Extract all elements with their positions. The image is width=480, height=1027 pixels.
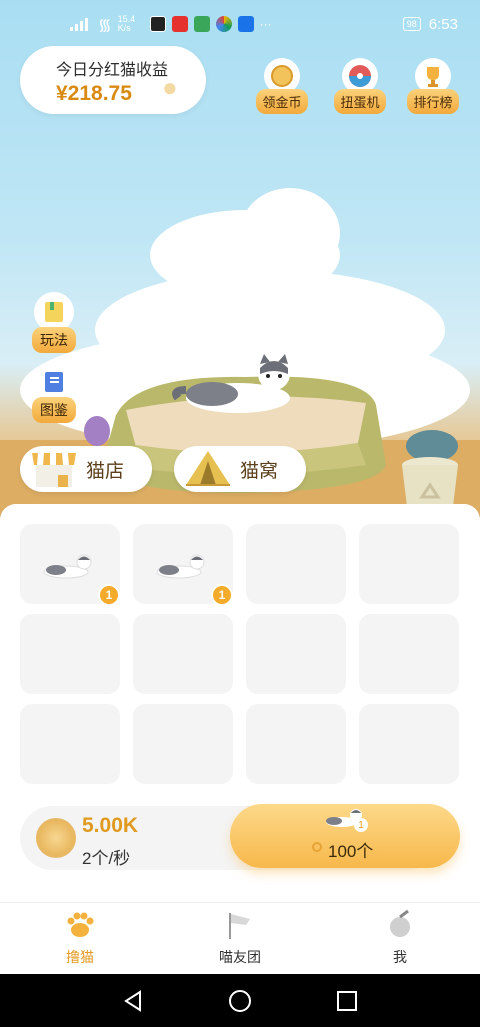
app-notification-icon [237,16,254,32]
buy-cat-button[interactable]: 1 100个 [230,804,460,868]
bottom-tab-bar: 撸猫 喵友团 我 [0,902,480,974]
tab-pet-cat[interactable]: 撸猫 [0,903,160,974]
wifi-icon: ᯾ [98,17,112,34]
cat-slot-empty[interactable] [359,704,459,784]
game-scene: ᯾ 15.4 K/s ··· 98 6:53 今日分红猫收益 ¥218.75 ● … [0,0,480,520]
cat-thumbnail [156,554,205,579]
tab-cat-friends[interactable]: 喵友团 [160,903,320,974]
network-speed: 15.4 K/s [117,14,136,33]
tab-me[interactable]: 我 [320,903,480,974]
clock: 6:53 [428,15,458,33]
app-notification-icon [149,16,166,32]
paw-icon: ● [162,72,178,102]
cat-slot[interactable]: 1 [20,524,120,606]
app-notification-icon [215,16,232,32]
flag-icon [160,909,320,941]
cat-slot-empty[interactable] [20,704,120,784]
signal-icon [70,17,92,31]
cat-thumbnail [43,554,92,579]
paw-icon [0,909,160,941]
cat-slot-empty[interactable] [359,614,459,694]
cat-slot-empty[interactable] [246,524,346,604]
cat-nest-button[interactable]: 猫窝 [174,446,306,492]
tent-icon [186,451,230,486]
cat-level-badge: 1 [354,818,368,832]
cloud [240,188,340,278]
dividend-earnings-card[interactable]: 今日分红猫收益 ¥218.75 ● [20,46,206,114]
paw-coin-icon [36,818,76,858]
cat-slot-empty[interactable] [133,614,233,694]
back-icon[interactable] [122,989,144,1012]
recents-icon[interactable] [336,990,358,1012]
profile-icon [320,909,480,941]
how-to-play-button[interactable]: 玩法 [26,292,82,353]
cat-slot-grid: 1 1 [20,524,459,784]
cat-level-badge: 1 [98,584,120,606]
cat-slot[interactable]: 1 [133,524,233,606]
system-navigation-bar [0,974,480,1027]
leaderboard-button[interactable]: 排行榜 [403,58,463,114]
coin-rate: 2个/秒 [82,849,131,868]
cat-slot-empty[interactable] [359,524,459,604]
status-bar: ᯾ 15.4 K/s ··· 98 6:53 [0,0,480,48]
home-icon[interactable] [228,989,252,1013]
cat-slot-empty[interactable] [246,614,346,694]
cat-slot-empty[interactable] [133,704,233,784]
more-notifications-icon: ··· [259,17,272,31]
rulebook-icon [34,292,74,332]
battery-icon: 98 [402,17,421,31]
cat-shop-button[interactable]: 猫店 [20,446,152,492]
storefront-icon [32,453,76,487]
cat-slot-empty[interactable] [20,614,120,694]
buy-price: 100个 [328,842,374,861]
cat-level-badge: 1 [211,584,233,606]
catalog-icon [34,362,74,402]
coin-icon [312,842,322,852]
app-notification-icon [193,16,210,32]
cat-merge-panel: 1 1 5.00K 2个/秒 1 100个 [0,504,480,902]
gacha-machine-button[interactable]: 扭蛋机 [330,58,390,114]
coin-total: 5.00K [82,814,139,837]
claim-coins-button[interactable]: 领金币 [252,58,312,114]
catalog-button[interactable]: 图鉴 [26,362,82,423]
app-notification-icon [171,16,188,32]
cat-character[interactable] [172,354,308,418]
cat-slot-empty[interactable] [246,704,346,784]
